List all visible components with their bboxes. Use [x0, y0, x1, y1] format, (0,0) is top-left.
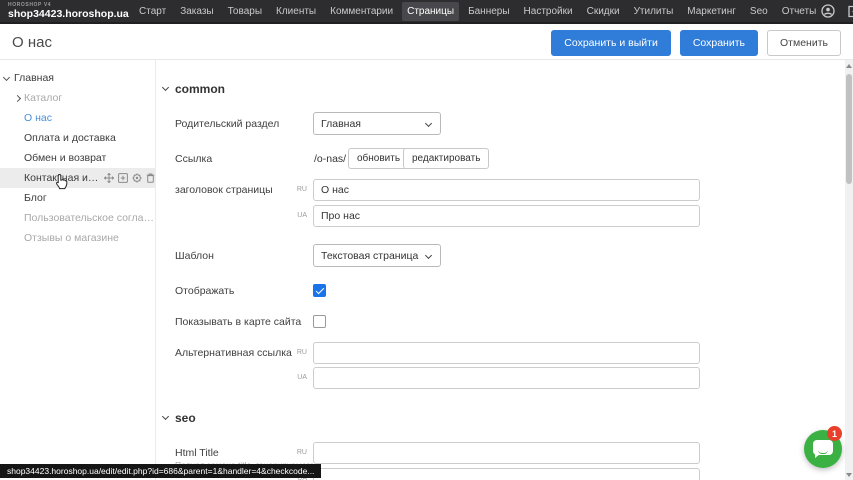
sidebar-item-label: Отзывы о магазине: [24, 232, 119, 244]
parent-section-label: Родительский раздел: [175, 118, 310, 130]
horoshop-admin-page: HOROSHOP V4 shop34423.horoshop.ua СтартЗ…: [0, 0, 853, 480]
page-edit-form: common Родительский раздел Главная Ссылк…: [157, 60, 845, 480]
parent-section-select[interactable]: Главная: [313, 112, 441, 135]
section-common-title: common: [175, 82, 225, 96]
sidebar-item-label: Главная: [14, 72, 54, 84]
topbar-nav-item[interactable]: Настройки: [519, 2, 578, 21]
page-title-label: заголовок страницы: [175, 184, 310, 196]
pages-tree-sidebar: Главная Каталог О нас Оплата и доставка …: [0, 60, 156, 480]
site-logo[interactable]: HOROSHOP V4 shop34423.horoshop.ua: [8, 3, 126, 20]
link-edit-button[interactable]: редактировать: [403, 148, 489, 169]
sidebar-item-katalog[interactable]: Каталог: [0, 88, 155, 108]
move-icon[interactable]: [104, 173, 114, 183]
vertical-scrollbar[interactable]: [845, 60, 853, 480]
topbar-nav-item[interactable]: Seo: [745, 2, 773, 21]
sidebar-item-label: О нас: [24, 112, 52, 124]
chevron-down-icon: [3, 73, 10, 80]
topbar-nav-item[interactable]: Баннеры: [463, 2, 514, 21]
topbar-nav-item[interactable]: Комментарии: [325, 2, 398, 21]
chevron-down-icon: [425, 120, 432, 127]
topbar-nav: СтартЗаказы ТоварыКлиентыКомментарииСтран…: [134, 2, 821, 21]
topbar-nav-item[interactable]: Старт: [134, 2, 171, 21]
topbar-nav-item[interactable]: Отчеты: [777, 2, 822, 21]
topbar-nav-item[interactable]: Утилиты: [629, 2, 679, 21]
topbar-nav-item[interactable]: Страницы: [402, 2, 459, 21]
topbar-nav-item[interactable]: Скидки: [582, 2, 625, 21]
scroll-up-arrow-icon[interactable]: [846, 64, 852, 68]
topbar-nav-item[interactable]: Маркетинг: [682, 2, 741, 21]
scrollbar-thumb[interactable]: [846, 74, 852, 184]
page-header: О нас Сохранить и выйти Сохранить Отмени…: [0, 26, 853, 60]
template-label: Шаблон: [175, 250, 310, 262]
template-select[interactable]: Текстовая страница: [313, 244, 441, 267]
alt-link-ru-input[interactable]: [313, 342, 700, 364]
topbar-nav-item[interactable]: Заказы: [175, 2, 218, 21]
save-button[interactable]: Сохранить: [680, 30, 758, 56]
lang-ua-badge: UA: [295, 374, 307, 381]
link-label: Ссылка: [175, 153, 310, 165]
sidebar-item-actions: [104, 173, 155, 183]
header-buttons: Сохранить и выйти Сохранить Отменить: [551, 30, 841, 56]
settings-gear-icon[interactable]: [132, 173, 142, 183]
sidebar-item-label: Обмен и возврат: [24, 152, 106, 164]
link-path-value: /o-nas/: [314, 153, 346, 165]
link-refresh-button[interactable]: обновить: [348, 148, 409, 169]
lang-ru-badge: RU: [295, 186, 307, 193]
sidebar-item-obmen-i-vozvrat[interactable]: Обмен и возврат: [0, 148, 155, 168]
chevron-down-icon: [162, 84, 169, 91]
section-common-header[interactable]: common: [163, 82, 225, 96]
page-title-ua-input[interactable]: [313, 205, 700, 227]
display-checkbox[interactable]: [313, 284, 326, 297]
sidebar-item-polzovatelskoe-soglashenie[interactable]: Пользовательское соглашение: [0, 208, 155, 228]
sidebar-item-label: Пользовательское соглашение: [24, 212, 155, 224]
delete-trash-icon[interactable]: [146, 173, 155, 183]
save-and-exit-button[interactable]: Сохранить и выйти: [551, 30, 671, 56]
alt-link-label: Альтернативная ссылка: [175, 347, 310, 359]
sitemap-checkbox[interactable]: [313, 315, 326, 328]
chevron-down-icon: [162, 413, 169, 420]
section-seo-header[interactable]: seo: [163, 411, 196, 425]
sidebar-item-label: Блог: [24, 192, 47, 204]
scroll-down-arrow-icon[interactable]: [846, 473, 852, 477]
logo-version-label: HOROSHOP V4: [8, 3, 126, 8]
html-title-ru-input[interactable]: [313, 442, 700, 464]
page-title-ru-input[interactable]: [313, 179, 700, 201]
sidebar-item-label: Контактная инфор: [24, 172, 99, 184]
template-value: Текстовая страница: [321, 250, 418, 262]
alt-link-ua-input[interactable]: [313, 367, 700, 389]
topbar-nav-item[interactable]: Товары: [223, 2, 267, 21]
chat-unread-badge: 1: [827, 426, 842, 441]
section-seo-title: seo: [175, 411, 196, 425]
cancel-button[interactable]: Отменить: [767, 30, 841, 56]
chevron-down-icon: [425, 252, 432, 259]
display-label: Отображать: [175, 285, 310, 297]
logout-icon[interactable]: [847, 5, 853, 18]
sidebar-item-kontaktnaya-infor[interactable]: Контактная инфор: [0, 168, 155, 188]
topbar-nav-item[interactable]: Клиенты: [271, 2, 321, 21]
add-page-icon[interactable]: [118, 173, 128, 183]
page-title: О нас: [12, 34, 52, 51]
sidebar-item-blog[interactable]: Блог: [0, 188, 155, 208]
html-title-ua-input[interactable]: [313, 468, 700, 480]
lang-ru-badge: RU: [295, 449, 307, 456]
sidebar-item-otzyvy-o-magazine[interactable]: Отзывы о магазине: [0, 228, 155, 248]
account-icon[interactable]: [821, 4, 835, 18]
html-title-label: Html Title: [175, 447, 310, 459]
sidebar-item-label: Оплата и доставка: [24, 132, 116, 144]
chevron-right-icon: [14, 94, 21, 101]
lang-ru-badge: RU: [295, 349, 307, 356]
sidebar-item-label: Каталог: [24, 92, 62, 104]
browser-status-url: shop34423.horoshop.ua/edit/edit.php?id=6…: [0, 464, 321, 478]
topbar-icons: [821, 4, 853, 18]
logo-domain-label: shop34423.horoshop.ua: [8, 9, 126, 20]
topbar: HOROSHOP V4 shop34423.horoshop.ua СтартЗ…: [0, 0, 853, 24]
lang-ua-badge: UA: [295, 212, 307, 219]
sidebar-item-oplata-i-dostavka[interactable]: Оплата и доставка: [0, 128, 155, 148]
sidebar-item-o-nas[interactable]: О нас: [0, 108, 155, 128]
sitemap-label: Показывать в карте сайта: [175, 316, 310, 328]
parent-section-value: Главная: [321, 118, 361, 130]
sidebar-item-glavnaya[interactable]: Главная: [0, 68, 155, 88]
